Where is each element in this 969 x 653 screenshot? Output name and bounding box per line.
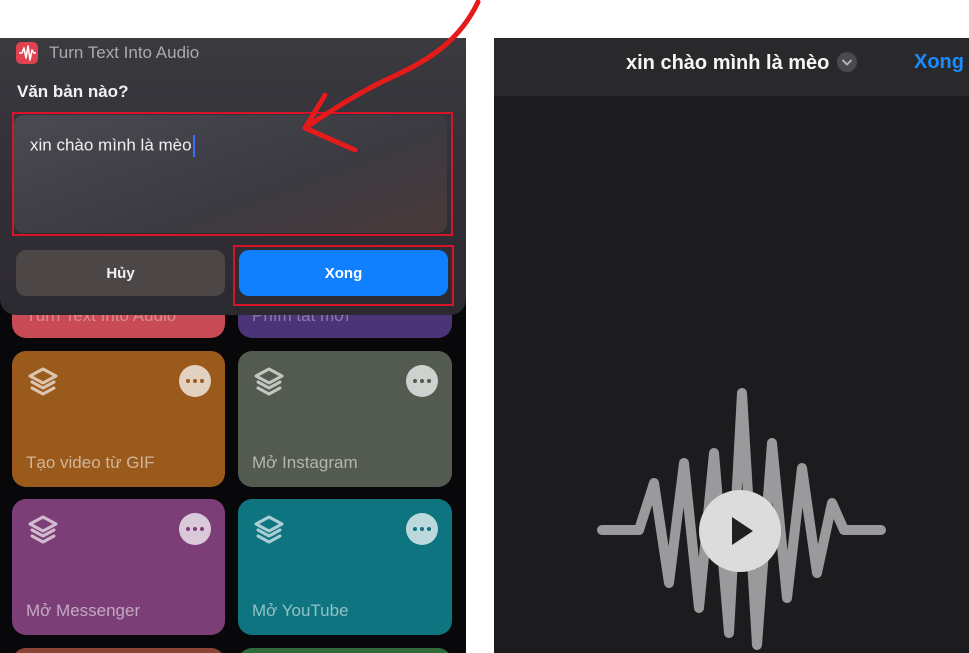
tile-label: Mở Messenger	[26, 601, 141, 620]
shortcut-tile-partial[interactable]	[238, 648, 452, 653]
more-icon[interactable]	[406, 365, 438, 397]
play-button[interactable]	[699, 490, 781, 572]
more-icon[interactable]	[179, 365, 211, 397]
highlight-box-text-field	[12, 112, 453, 236]
highlight-box-done-button	[233, 245, 454, 306]
layers-icon	[254, 515, 284, 544]
shortcut-tile-open-instagram[interactable]: Mở Instagram	[238, 351, 452, 487]
play-icon	[732, 517, 753, 545]
more-icon[interactable]	[406, 513, 438, 545]
layers-icon	[28, 367, 58, 396]
shortcut-tile-open-youtube[interactable]: Mở YouTube	[238, 499, 452, 635]
app-title: Turn Text Into Audio	[49, 43, 200, 62]
done-button[interactable]: Xong	[914, 51, 964, 74]
text-input-dialog: Turn Text Into Audio Văn bản nào? xin ch…	[0, 38, 466, 315]
waveform-app-icon	[16, 42, 38, 64]
tile-label: Mở Instagram	[252, 453, 358, 472]
prompt-label: Văn bản nào?	[17, 82, 129, 101]
tile-label: Mở YouTube	[252, 601, 349, 620]
audio-player-panel: xin chào mình là mèo Xong	[494, 38, 969, 653]
tile-label: Tạo video từ GIF	[26, 453, 155, 472]
chevron-down-icon	[837, 51, 858, 72]
nav-bar: xin chào mình là mèo Xong	[494, 38, 969, 96]
shortcut-tile-open-messenger[interactable]: Mở Messenger	[12, 499, 225, 635]
cancel-button[interactable]: Hủy	[16, 250, 225, 296]
more-icon[interactable]	[179, 513, 211, 545]
player-title[interactable]: xin chào mình là mèo	[626, 51, 858, 75]
layers-icon	[28, 515, 58, 544]
shortcut-tile-gif-to-video[interactable]: Tạo video từ GIF	[12, 351, 225, 487]
shortcuts-panel: Turn Text Into Audio Phím tắt mới Tạo vi…	[0, 38, 466, 653]
shortcut-tile-partial[interactable]	[12, 648, 225, 653]
player-title-text: xin chào mình là mèo	[626, 52, 830, 74]
layers-icon	[254, 367, 284, 396]
